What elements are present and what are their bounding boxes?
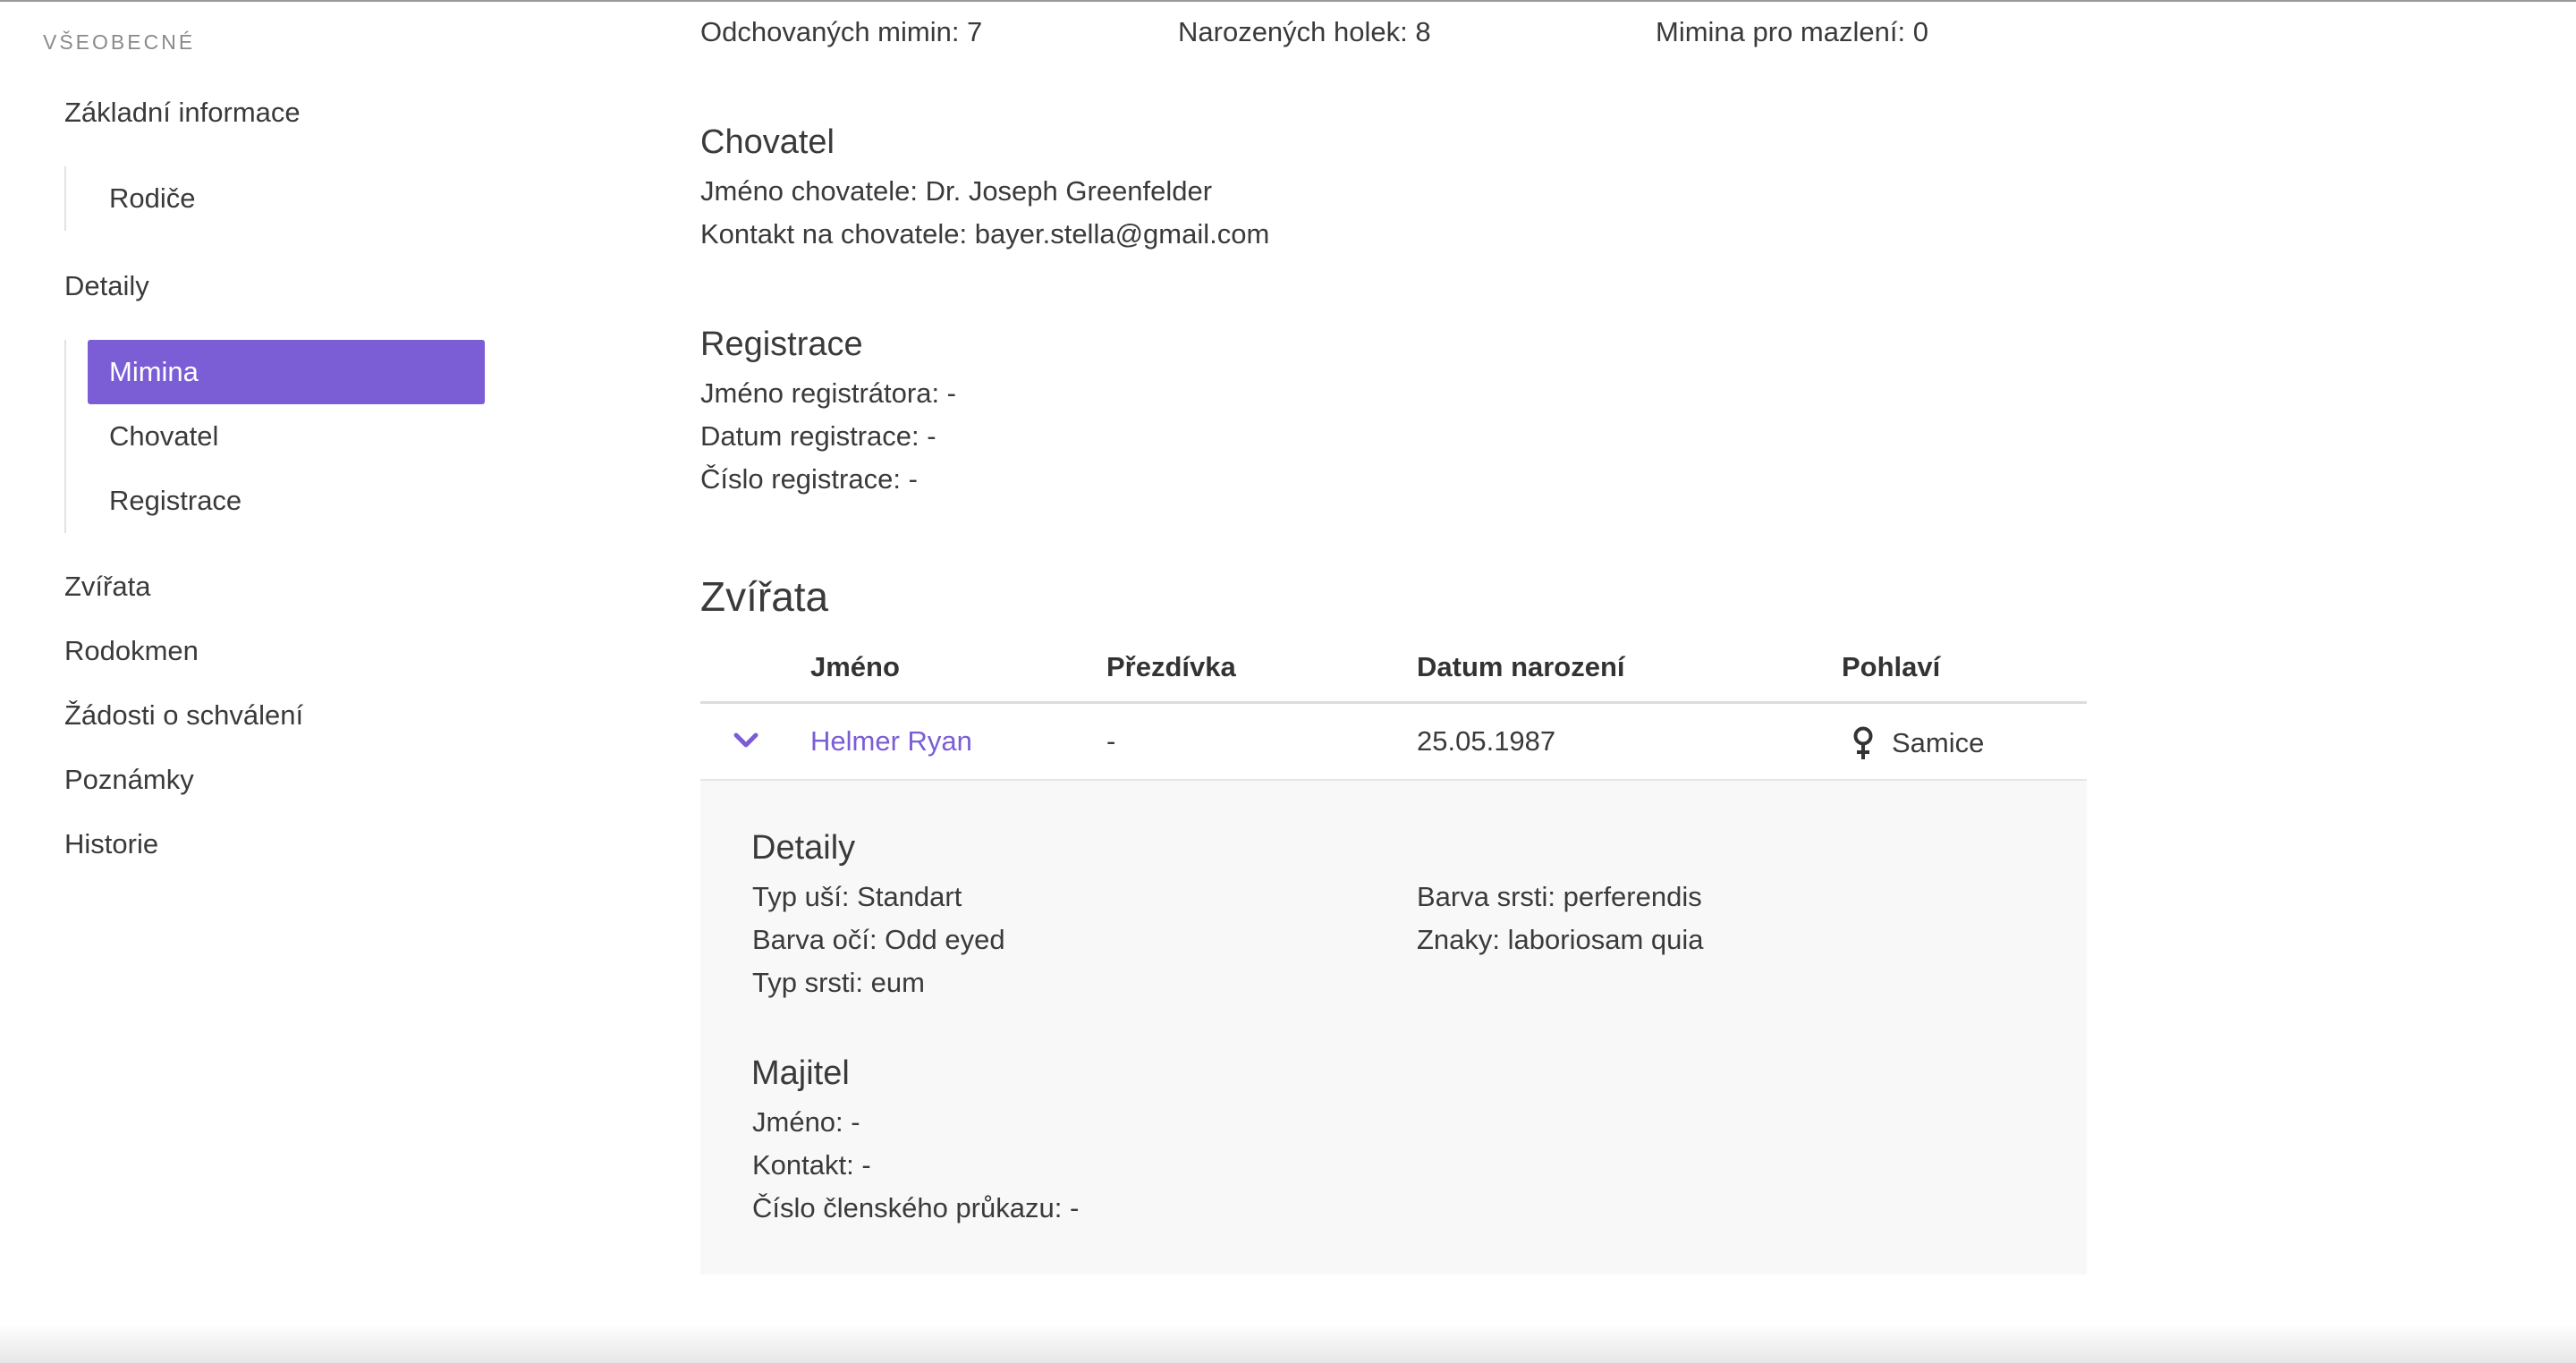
column-header-name[interactable]: Jméno bbox=[810, 651, 900, 683]
sidebar-item-chovatel[interactable]: Chovatel bbox=[88, 404, 485, 469]
sidebar-nav: VŠEOBECNÉ Základní informace Rodiče Deta… bbox=[0, 0, 537, 1363]
detail-markings: Znaky: laboriosam quia bbox=[1417, 924, 1704, 955]
column-header-sex[interactable]: Pohlaví bbox=[1842, 651, 1940, 683]
column-header-nickname[interactable]: Přezdívka bbox=[1106, 651, 1236, 683]
animal-name-link[interactable]: Helmer Ryan bbox=[810, 725, 972, 758]
sidebar-subgroup-detaily: Mimina Chovatel Registrace bbox=[64, 340, 485, 533]
owner-contact: Kontakt: - bbox=[752, 1149, 871, 1181]
chevron-down-icon[interactable] bbox=[731, 725, 761, 756]
column-header-birth-date[interactable]: Datum narození bbox=[1417, 651, 1625, 683]
sidebar-item-rodokmen[interactable]: Rodokmen bbox=[64, 635, 199, 667]
breeder-contact: Kontakt na chovatele: bayer.stella@gmail… bbox=[700, 218, 1270, 250]
animal-nickname: - bbox=[1106, 725, 1116, 757]
page: VŠEOBECNÉ Základní informace Rodiče Deta… bbox=[0, 0, 2576, 1363]
sidebar-item-zadosti-o-schvaleni[interactable]: Žádosti o schválení bbox=[64, 699, 303, 732]
sidebar-item-registrace[interactable]: Registrace bbox=[88, 469, 485, 533]
breeder-section-title: Chovatel bbox=[700, 123, 835, 161]
female-icon bbox=[1853, 726, 1873, 759]
stat-girls-born: Narozených holek: 8 bbox=[1178, 16, 1431, 47]
registration-registrar: Jméno registrátora: - bbox=[700, 377, 956, 409]
stat-for-cuddling: Mimina pro mazlení: 0 bbox=[1656, 16, 1928, 47]
detail-ear-type: Typ uší: Standart bbox=[752, 881, 962, 912]
animal-sex: Samice bbox=[1892, 727, 1985, 758]
animals-section-title: Zvířata bbox=[700, 573, 829, 620]
owner-title: Majitel bbox=[751, 1054, 850, 1092]
registration-section-title: Registrace bbox=[700, 326, 863, 363]
sidebar-item-detaily[interactable]: Detaily bbox=[64, 270, 149, 302]
sidebar-item-poznamky[interactable]: Poznámky bbox=[64, 764, 194, 796]
sidebar-item-historie[interactable]: Historie bbox=[64, 828, 158, 860]
animal-birth-date: 25.05.1987 bbox=[1417, 725, 1556, 757]
sidebar-item-mimina[interactable]: Mimina bbox=[88, 340, 485, 404]
detail-eye-color: Barva očí: Odd eyed bbox=[752, 924, 1005, 955]
table-row[interactable]: Helmer Ryan - 25.05.1987 Samice bbox=[700, 704, 2087, 781]
bottom-shadow bbox=[0, 1324, 2576, 1363]
sidebar-item-zvirata[interactable]: Zvířata bbox=[64, 571, 150, 603]
details-title: Detaily bbox=[751, 829, 856, 867]
owner-name: Jméno: - bbox=[752, 1106, 860, 1138]
expanded-row-details: Detaily Typ uší: Standart Barva očí: Odd… bbox=[700, 781, 2087, 1274]
stat-raised: Odchovaných mimin: 7 bbox=[700, 16, 983, 47]
owner-membership-number: Číslo členského průkazu: - bbox=[752, 1192, 1080, 1223]
registration-number: Číslo registrace: - bbox=[700, 463, 918, 495]
registration-date: Datum registrace: - bbox=[700, 420, 936, 452]
main-content: Odchovaných mimin: 7 Narozených holek: 8… bbox=[700, 0, 2096, 1363]
sidebar-section-heading: VŠEOBECNÉ bbox=[43, 30, 196, 54]
detail-coat-type: Typ srsti: eum bbox=[752, 967, 925, 998]
sidebar-item-rodice[interactable]: Rodiče bbox=[88, 166, 485, 231]
breeder-name: Jméno chovatele: Dr. Joseph Greenfelder bbox=[700, 175, 1213, 207]
sidebar-subgroup-zakladni: Rodiče bbox=[64, 166, 196, 231]
detail-coat-color: Barva srsti: perferendis bbox=[1417, 881, 1702, 912]
sidebar-item-zakladni-informace[interactable]: Základní informace bbox=[64, 97, 301, 129]
